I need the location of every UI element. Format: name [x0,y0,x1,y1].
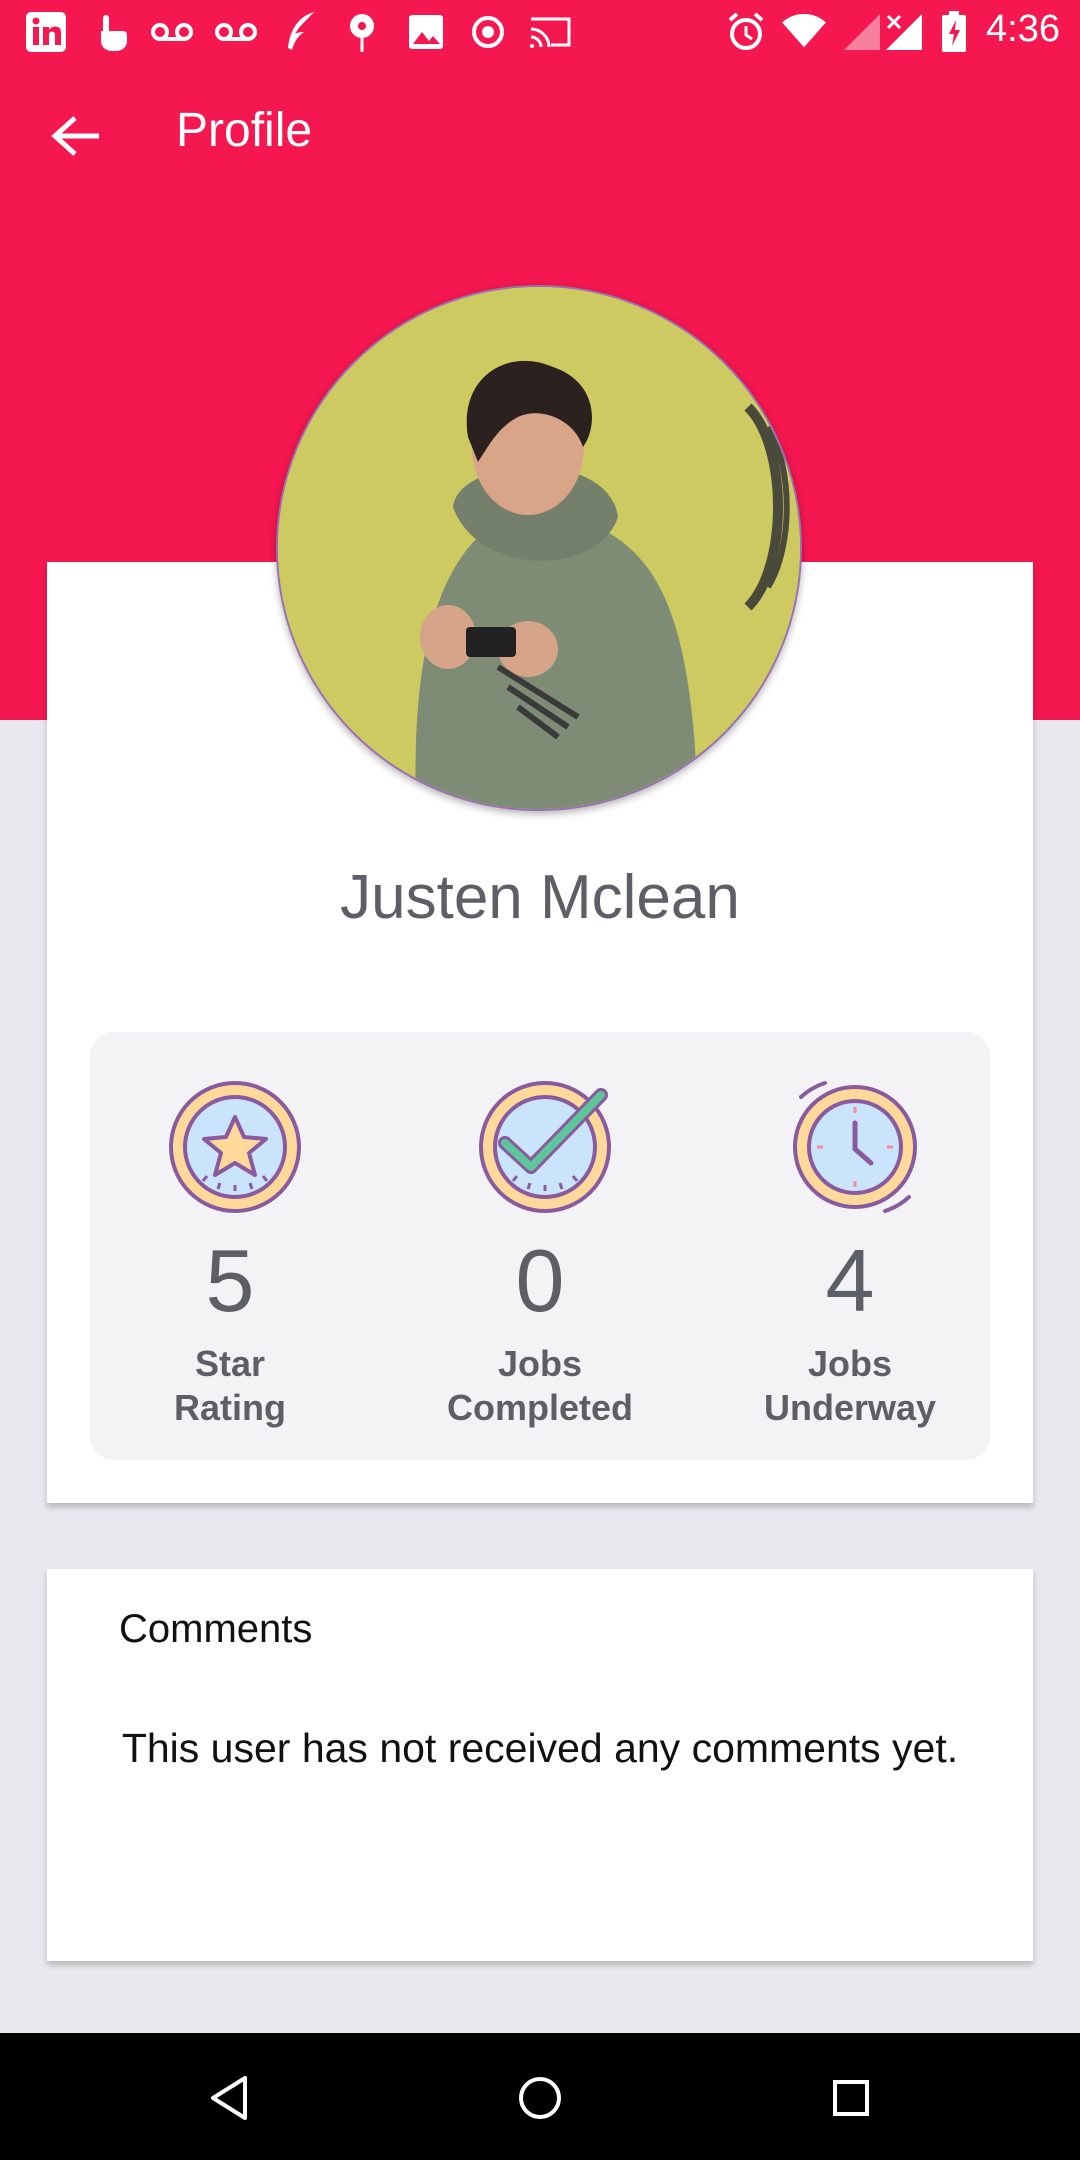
recents-square-icon [833,2080,869,2116]
stat-jobs-underway: 4 Jobs Underway [720,1032,980,1460]
jobs-underway-label-line1: Jobs [807,1343,893,1384]
jobs-underway-label-line2: Underway [763,1387,937,1428]
arrow-back-icon [51,116,99,156]
touch-icon [90,10,134,54]
status-time: 4:36 [986,8,1060,50]
no-signal-icon [882,10,926,54]
comments-empty-message: This user has not received any comments … [121,1725,959,1771]
check-badge-icon [479,1081,611,1213]
flower-icon [340,10,384,54]
alarm-icon [724,10,768,54]
nav-recents-button[interactable] [816,2063,886,2133]
stat-jobs-completed: 0 Jobs Completed [410,1032,670,1460]
nav-home-button[interactable] [505,2063,575,2133]
cast-icon [528,10,572,54]
user-name: Justen Mclean [340,863,740,932]
star-rating-label-line1: Star [194,1343,266,1384]
battery-charging-icon [932,10,976,54]
star-badge-icon [169,1081,301,1213]
feather-icon [278,10,322,54]
signal-icon [840,10,884,54]
nav-back-button[interactable] [194,2063,264,2133]
navigation-bar [0,2033,1080,2160]
linkedin-icon [24,10,68,54]
jobs-underway-label: Jobs Underway [720,1342,980,1430]
avatar[interactable] [276,285,802,811]
stats-panel: 5 Star Rating 0 Jobs Completed 4 Jobs Un… [90,1032,990,1460]
stat-star-rating: 5 Star Rating [100,1032,360,1460]
star-rating-label-line2: Rating [174,1387,286,1428]
star-rating-value: 5 [205,1231,255,1330]
comments-title: Comments [119,1607,313,1651]
jobs-completed-label-line1: Jobs [497,1343,583,1384]
page-title: Profile [176,104,313,157]
status-bar: 4:36 [0,0,1080,63]
record-icon [466,10,510,54]
jobs-completed-value: 0 [515,1231,565,1330]
jobs-completed-label: Jobs Completed [410,1342,670,1430]
clock-badge-icon [793,1081,917,1213]
jobs-underway-value: 4 [825,1231,875,1330]
home-circle-icon [519,2077,561,2119]
voicemail-icon [214,10,258,54]
jobs-completed-label-line2: Completed [446,1387,633,1428]
app-bar: Profile [0,63,1080,208]
image-icon [404,10,448,54]
back-triangle-icon [211,2076,247,2120]
back-button[interactable] [36,101,116,171]
avatar-photo [278,287,800,809]
comments-card: Comments This user has not received any … [47,1569,1033,1961]
star-rating-label: Star Rating [100,1342,360,1430]
wifi-icon [782,10,826,54]
voicemail-icon [150,10,194,54]
